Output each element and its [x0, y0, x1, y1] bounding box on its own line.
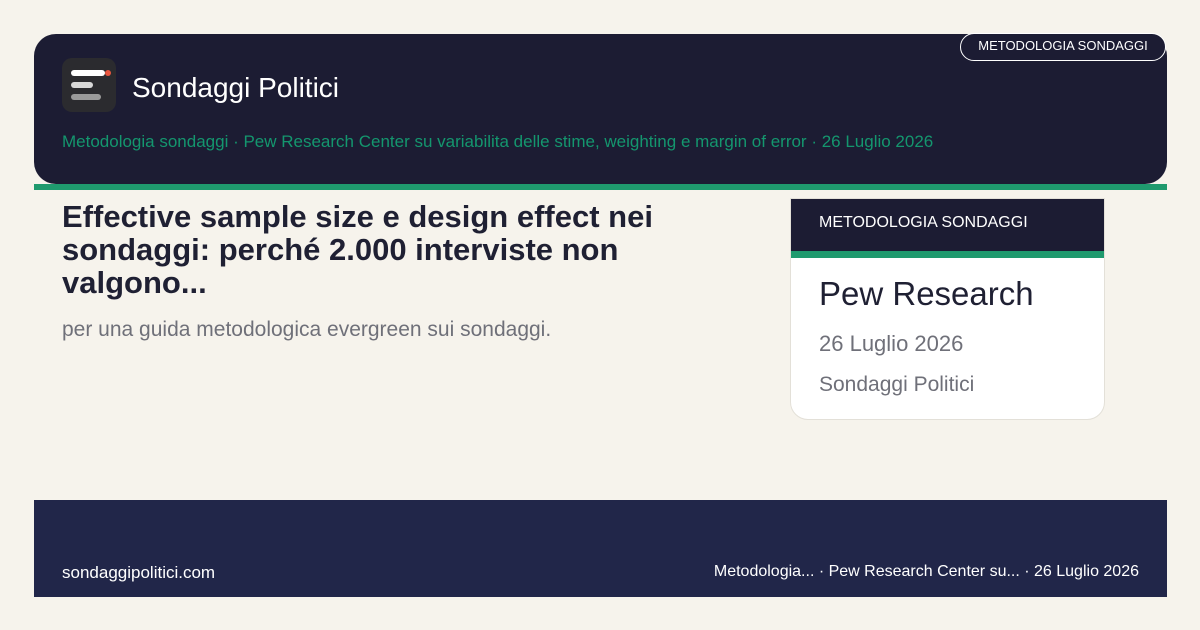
card-accent-bar: [791, 251, 1104, 258]
article-title: Effective sample size e design effect ne…: [62, 199, 653, 300]
header-subtitle: Metodologia sondaggi · Pew Research Cent…: [62, 132, 934, 151]
card-date: 26 Luglio 2026: [819, 331, 964, 356]
lines-logo-icon: [62, 58, 116, 112]
card-category: METODOLOGIA SONDAGGI: [791, 199, 1104, 251]
card-site: Sondaggi Politici: [819, 373, 975, 396]
footer-meta: Metodologia... · Pew Research Center su.…: [713, 563, 1139, 580]
site-name: Sondaggi Politici: [132, 72, 340, 103]
article-excerpt: per una guida metodologica evergreen sui…: [62, 318, 552, 341]
category-pill: METODOLOGIA SONDAGGI: [960, 33, 1166, 61]
footer-url: sondaggipolitici.com: [62, 563, 216, 582]
accent-divider: [34, 184, 1167, 190]
footer-bar: sondaggipolitici.com Metodologia... · Pe…: [34, 500, 1167, 597]
card-source: Pew Research: [819, 275, 1034, 312]
info-card: METODOLOGIA SONDAGGI Pew Research 26 Lug…: [790, 198, 1105, 420]
